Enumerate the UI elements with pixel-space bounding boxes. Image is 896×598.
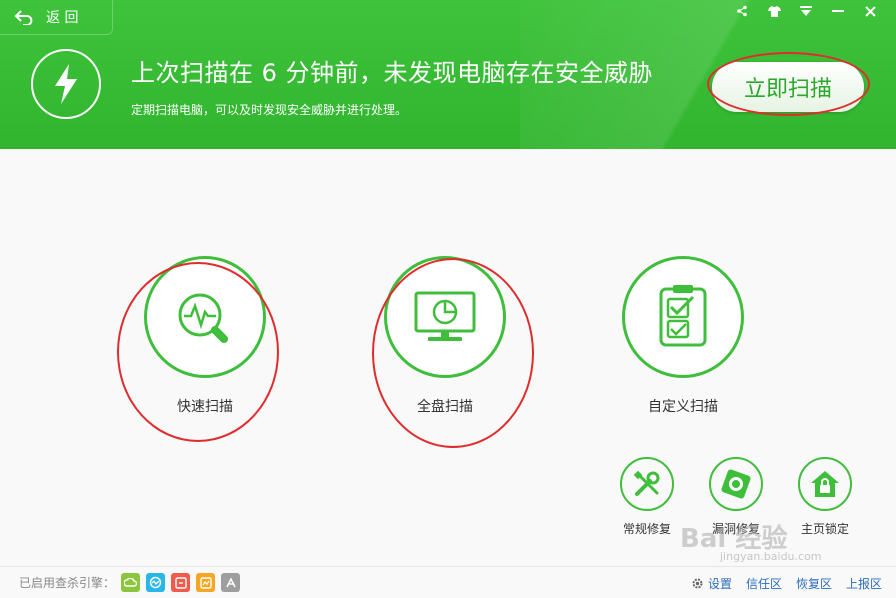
homepage-lock-button[interactable]: 主页锁定 bbox=[793, 457, 857, 537]
settings-gear-icon[interactable] bbox=[691, 577, 704, 590]
footer-links: 设置 信任区 恢复区 上报区 bbox=[691, 575, 882, 592]
menu-icon[interactable] bbox=[790, 2, 822, 20]
back-label: 返 回 bbox=[46, 10, 79, 26]
qvm-engine-icon[interactable] bbox=[146, 573, 166, 592]
annotation-ellipse-quick-scan bbox=[117, 262, 279, 442]
engines-bar: 已启用查杀引擎： bbox=[19, 573, 241, 592]
annotation-ellipse-scan-now bbox=[707, 52, 870, 116]
recovery-zone-link[interactable]: 恢复区 bbox=[796, 575, 832, 592]
vulnerability-icon bbox=[709, 457, 763, 511]
share-icon[interactable] bbox=[726, 2, 758, 20]
footer-divider bbox=[0, 566, 896, 567]
skin-icon[interactable] bbox=[758, 2, 790, 20]
home-lock-icon bbox=[798, 457, 852, 511]
custom-scan-button[interactable]: 自定义扫描 bbox=[618, 256, 748, 416]
back-arrow-icon bbox=[14, 10, 33, 25]
minimize-icon[interactable] bbox=[822, 2, 854, 20]
close-icon[interactable] bbox=[854, 2, 886, 20]
cloud-engine-icon[interactable] bbox=[121, 573, 141, 592]
homepage-lock-label: 主页锁定 bbox=[800, 522, 849, 536]
annotation-ellipse-full-scan bbox=[372, 258, 534, 448]
custom-scan-icon bbox=[622, 256, 744, 378]
window-controls bbox=[726, 2, 886, 20]
back-button[interactable]: 返 回 bbox=[0, 0, 113, 35]
avira-engine-icon[interactable] bbox=[221, 573, 241, 592]
wrench-icon bbox=[620, 457, 674, 511]
report-zone-link[interactable]: 上报区 bbox=[846, 575, 882, 592]
general-repair-button[interactable]: 常规修复 bbox=[615, 457, 679, 537]
trust-zone-link[interactable]: 信任区 bbox=[746, 575, 782, 592]
custom-scan-label: 自定义扫描 bbox=[648, 399, 718, 415]
lightning-icon bbox=[31, 49, 101, 119]
kernel-engine-icon[interactable] bbox=[196, 573, 216, 592]
settings-link[interactable]: 设置 bbox=[708, 575, 732, 592]
status-subtitle: 定期扫描电脑，可以及时发现安全威胁并进行处理。 bbox=[131, 103, 408, 117]
general-repair-label: 常规修复 bbox=[622, 522, 671, 536]
status-title: 上次扫描在 6 分钟前，未发现电脑存在安全威胁 bbox=[131, 59, 654, 87]
engines-label: 已启用查杀引擎： bbox=[19, 576, 116, 590]
system-repair-engine-icon[interactable] bbox=[171, 573, 191, 592]
baidu-watermark-url: jingyan.baidu.com bbox=[720, 550, 822, 563]
